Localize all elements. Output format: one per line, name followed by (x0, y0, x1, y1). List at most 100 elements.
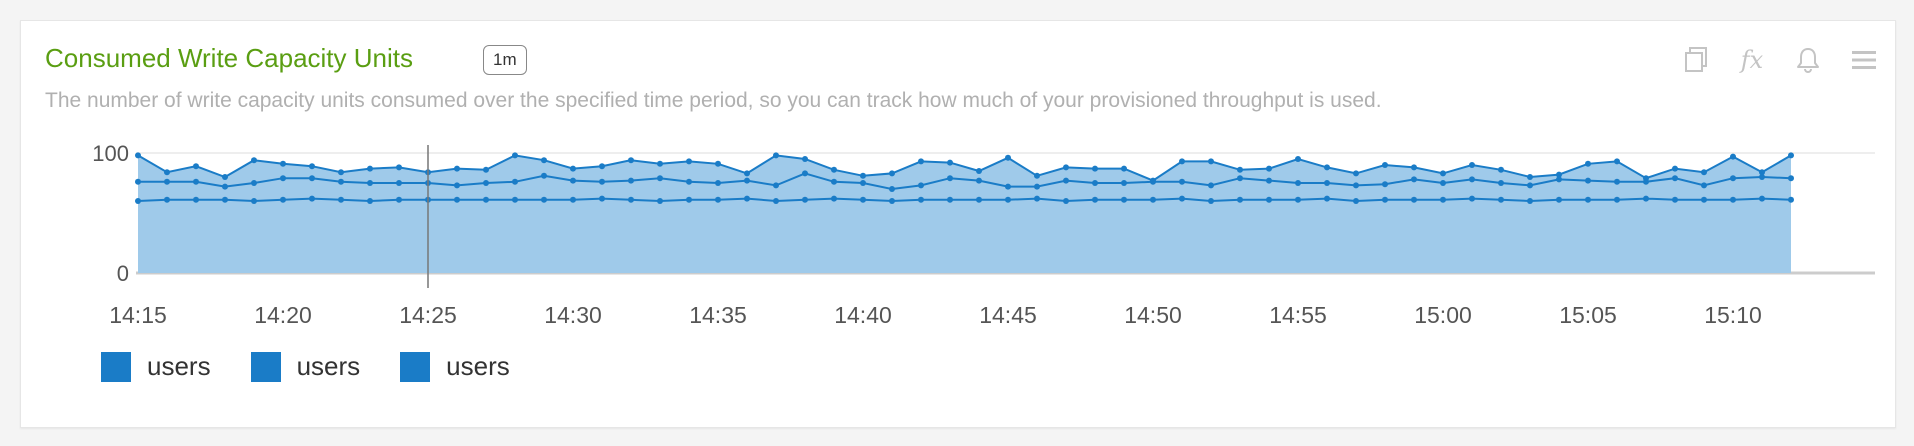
chart-area[interactable]: 0 100 14:15 14:20 14:25 14:30 14:35 14:40 14:45 1… (21, 21, 1897, 351)
legend-swatch (101, 351, 131, 382)
data-point (715, 196, 721, 203)
series-area (138, 155, 1791, 273)
data-point (773, 152, 779, 159)
data-point (1324, 180, 1330, 186)
data-point (193, 196, 199, 203)
data-point (1498, 166, 1504, 173)
data-point (1701, 182, 1707, 189)
data-point (1353, 198, 1359, 204)
data-point (483, 196, 489, 203)
data-point (889, 186, 895, 192)
data-point (1469, 195, 1475, 202)
data-point (628, 157, 634, 164)
data-point (570, 165, 576, 172)
data-point (1788, 196, 1794, 203)
data-point (860, 172, 866, 179)
data-point (309, 163, 315, 170)
data-point (889, 170, 895, 177)
x-tick-label: 14:55 (1269, 302, 1327, 328)
data-point (396, 196, 402, 203)
data-point (1759, 169, 1765, 176)
data-point (251, 180, 257, 186)
data-point (744, 195, 750, 202)
data-point (831, 195, 837, 202)
data-point (947, 175, 953, 182)
data-point (1092, 165, 1098, 172)
data-point (1092, 180, 1098, 186)
data-point (599, 195, 605, 202)
data-point (164, 169, 170, 176)
data-point (1527, 174, 1533, 180)
data-point (1005, 196, 1011, 203)
data-point (889, 198, 895, 204)
legend-swatch (250, 351, 281, 382)
data-point (280, 196, 286, 203)
data-point (802, 196, 808, 203)
data-point (831, 178, 837, 185)
data-point (1672, 196, 1678, 203)
data-point (686, 158, 692, 165)
data-point (1556, 171, 1562, 178)
data-point (947, 159, 953, 166)
data-point (1063, 164, 1069, 171)
data-point (396, 180, 402, 186)
data-point (280, 175, 286, 182)
data-point (1063, 198, 1069, 204)
data-point (628, 177, 634, 184)
data-point (1527, 182, 1533, 189)
data-point (222, 196, 228, 203)
data-point (1121, 180, 1127, 186)
data-point (1440, 170, 1446, 177)
legend-swatch (400, 351, 431, 382)
data-point (1614, 196, 1620, 203)
data-point (193, 163, 199, 170)
data-point (1701, 169, 1707, 176)
x-tick-label: 15:10 (1704, 302, 1762, 328)
x-tick-label: 14:15 (109, 302, 167, 328)
data-point (541, 157, 547, 164)
x-tick-label: 14:20 (254, 302, 312, 328)
data-point (570, 196, 576, 203)
data-point (396, 164, 402, 171)
data-point (135, 178, 141, 185)
data-point (1179, 178, 1185, 185)
data-point (1730, 175, 1736, 182)
y-tick-label: 0 (117, 261, 129, 286)
data-point (1063, 177, 1069, 184)
data-point (860, 180, 866, 186)
data-point (1498, 196, 1504, 203)
data-point (1295, 196, 1301, 203)
data-point (976, 168, 982, 174)
widget-card: Consumed Write Capacity Units 1m The num… (20, 20, 1896, 428)
data-point (773, 182, 779, 189)
data-point (222, 183, 228, 190)
data-point (193, 178, 199, 185)
data-point (1266, 165, 1272, 172)
data-point (367, 180, 373, 186)
data-point (367, 165, 373, 172)
y-tick-label: 100 (92, 141, 129, 166)
data-point (338, 196, 344, 203)
data-point (686, 178, 692, 185)
data-point (251, 157, 257, 164)
data-point (1672, 165, 1678, 172)
data-point (1411, 176, 1417, 183)
data-point (1237, 196, 1243, 203)
data-point (1179, 195, 1185, 202)
legend-item[interactable]: users (400, 351, 510, 382)
data-point (715, 160, 721, 167)
data-point (802, 156, 808, 162)
data-point (541, 172, 547, 179)
data-point (1585, 177, 1591, 184)
data-point (1353, 182, 1359, 189)
data-point (976, 196, 982, 203)
x-tick-label: 14:25 (399, 302, 457, 328)
data-point (570, 177, 576, 184)
data-point (135, 152, 141, 159)
data-point (686, 196, 692, 203)
legend-item[interactable]: users (250, 351, 360, 382)
legend-label: users (147, 351, 211, 381)
data-point (831, 166, 837, 173)
legend-item[interactable]: users (101, 351, 211, 382)
data-point (309, 175, 315, 182)
